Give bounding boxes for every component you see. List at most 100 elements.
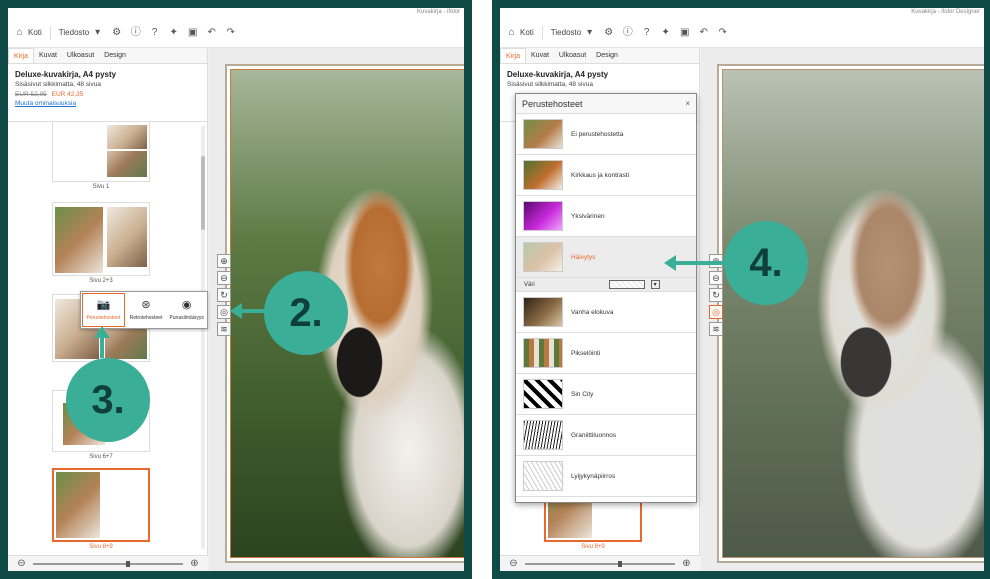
scrollbar[interactable] xyxy=(201,126,205,549)
canvas-tools: ⊕ ⊖ ↻ ◎ ≋ xyxy=(709,254,725,336)
zoom-out-icon[interactable]: ⊖ xyxy=(16,558,27,569)
editor-canvas: ⊕ ⊖ ↻ ◎ ≋ xyxy=(701,48,984,571)
effect-none[interactable]: Ei perustehostetta xyxy=(516,114,696,155)
effects-icon[interactable]: ◎ xyxy=(709,305,723,319)
file-label: Tiedosto xyxy=(58,28,90,37)
home-label: Koti xyxy=(520,28,534,37)
redo-icon[interactable]: ↷ xyxy=(225,27,236,38)
photo-thumb xyxy=(107,207,147,267)
page-document xyxy=(717,64,984,563)
zoom-in-icon[interactable]: ⊕ xyxy=(217,254,231,268)
chevron-down-icon[interactable]: ▾ xyxy=(650,280,660,289)
basic-effects-button[interactable]: 📷 Perustehosteet xyxy=(82,293,125,327)
right-panel: Kuvakirja - ifolor Designer ⌂ Koti Tiedo… xyxy=(492,0,990,579)
effect-granite-sketch[interactable]: Graniittiluonnos xyxy=(516,415,696,456)
zoom-knob[interactable] xyxy=(618,560,622,567)
help-icon[interactable]: ? xyxy=(641,27,652,38)
gear-icon[interactable]: ⚙ xyxy=(111,27,122,38)
photo-thumb xyxy=(55,207,103,273)
page-thumb-1[interactable] xyxy=(52,122,150,182)
dog-photo-faded[interactable] xyxy=(722,69,984,558)
home-button[interactable]: ⌂ Koti xyxy=(506,26,534,38)
zoom-out-icon[interactable]: ⊖ xyxy=(508,558,519,569)
zoom-bar: ⊖ ⊕ xyxy=(500,555,700,571)
effect-pixelate[interactable]: Pikselöinti xyxy=(516,333,696,374)
tab-kirja[interactable]: Kirja xyxy=(500,48,527,63)
effect-old-film[interactable]: Vanha elokuva xyxy=(516,292,696,333)
effect-sin-city[interactable]: Sin City xyxy=(516,374,696,415)
tab-design[interactable]: Design xyxy=(591,48,623,63)
effect-label: Kirkkaus ja kontrasti xyxy=(571,171,630,179)
save-icon[interactable]: ▣ xyxy=(187,27,198,38)
page-thumb-2-3[interactable] xyxy=(52,202,150,276)
tab-kuvat[interactable]: Kuvat xyxy=(526,48,554,63)
canvas-tools: ⊕ ⊖ ↻ ◎ ≋ xyxy=(217,254,233,336)
scroll-thumb[interactable] xyxy=(201,156,205,230)
effect-label: Pikselöinti xyxy=(571,349,601,357)
photo-thumb xyxy=(107,151,147,177)
effects-icon[interactable]: ◎ xyxy=(217,305,231,319)
zoom-in-icon[interactable]: ⊕ xyxy=(189,558,200,569)
home-icon: ⌂ xyxy=(16,26,23,38)
zoom-in-icon[interactable]: ⊕ xyxy=(681,558,692,569)
help-icon[interactable]: ? xyxy=(149,27,160,38)
rotate-icon[interactable]: ↻ xyxy=(217,288,231,302)
page-thumb-8-9[interactable] xyxy=(52,468,150,542)
save-icon[interactable]: ▣ xyxy=(679,27,690,38)
effect-preview xyxy=(523,201,563,231)
zoom-out-icon[interactable]: ⊖ xyxy=(709,271,723,285)
info-icon[interactable]: ⓘ xyxy=(622,27,633,38)
effect-preview xyxy=(523,160,563,190)
close-icon[interactable]: × xyxy=(685,99,690,108)
callout-4: 4. xyxy=(724,221,808,305)
product-info: Deluxe-kuvakirja, A4 pysty Sisäsivut sil… xyxy=(8,64,207,122)
zoom-slider[interactable] xyxy=(525,560,675,567)
effect-monochrome[interactable]: Yksivärinen xyxy=(516,196,696,237)
effect-label: Lyijykynäpiirros xyxy=(571,472,616,480)
layers-icon[interactable]: ≋ xyxy=(709,322,723,336)
home-button[interactable]: ⌂ Koti xyxy=(14,26,41,38)
magic-wand-icon[interactable]: ✦ xyxy=(168,27,179,38)
effect-preview xyxy=(523,420,563,450)
effect-label: Sin City xyxy=(571,390,594,398)
zoom-slider[interactable] xyxy=(33,560,183,567)
tab-kirja[interactable]: Kirja xyxy=(8,48,35,63)
photo-thumb xyxy=(56,472,100,538)
file-menu-button[interactable]: Tiedosto ▾ xyxy=(551,27,595,38)
zoom-out-icon[interactable]: ⊖ xyxy=(217,271,231,285)
change-properties-link[interactable]: Muuta ominaisuuksia xyxy=(15,100,200,107)
magic-wand-icon[interactable]: ✦ xyxy=(660,27,671,38)
effect-label: Ei perustehostetta xyxy=(571,130,624,138)
undo-icon[interactable]: ↶ xyxy=(698,27,709,38)
effect-pencil-drawing[interactable]: Lyijykynäpiirros xyxy=(516,456,696,497)
red-eye-button[interactable]: ◉ Punasilmäisyys xyxy=(166,292,207,328)
page-label-selected: Sivu 8+9 xyxy=(581,544,605,550)
arrow-to-fade-effect xyxy=(664,255,724,271)
tab-kuvat[interactable]: Kuvat xyxy=(34,48,62,63)
effect-label: Vanha elokuva xyxy=(571,308,614,316)
effect-label: Yksivärinen xyxy=(571,212,605,220)
color-picker[interactable] xyxy=(608,280,645,289)
effects-list: Ei perustehostetta Kirkkaus ja kontrasti… xyxy=(516,114,696,502)
layers-icon[interactable]: ≋ xyxy=(217,322,231,336)
info-icon[interactable]: ⓘ xyxy=(130,27,141,38)
retro-effects-button[interactable]: ⊛ Retrotehosteet xyxy=(126,292,167,328)
file-menu-button[interactable]: Tiedosto ▾ xyxy=(59,27,103,38)
gear-icon[interactable]: ⚙ xyxy=(603,27,614,38)
tab-ulkoasut[interactable]: Ulkoasut xyxy=(554,48,591,63)
new-price: EUR 42,35 xyxy=(51,91,84,98)
toolbar-divider xyxy=(541,25,543,40)
chevron-down-icon: ▾ xyxy=(95,26,101,38)
rotate-icon[interactable]: ↻ xyxy=(709,288,723,302)
app-window-left: Kuvakirja - ifolor ⌂ Koti Tiedosto ▾ ⚙ ⓘ… xyxy=(8,8,464,571)
effect-brightness-contrast[interactable]: Kirkkaus ja kontrasti xyxy=(516,155,696,196)
main-toolbar: ⌂ Koti Tiedosto ▾ ⚙ ⓘ ? ✦ ▣ ↶ ↷ xyxy=(8,18,464,48)
effect-label: Häivytys xyxy=(571,253,596,261)
undo-icon[interactable]: ↶ xyxy=(206,27,217,38)
tab-design[interactable]: Design xyxy=(99,48,131,63)
color-label: Väri xyxy=(524,281,535,288)
home-icon: ⌂ xyxy=(508,26,515,38)
zoom-knob[interactable] xyxy=(126,560,130,567)
redo-icon[interactable]: ↷ xyxy=(717,27,728,38)
tab-ulkoasut[interactable]: Ulkoasut xyxy=(62,48,99,63)
